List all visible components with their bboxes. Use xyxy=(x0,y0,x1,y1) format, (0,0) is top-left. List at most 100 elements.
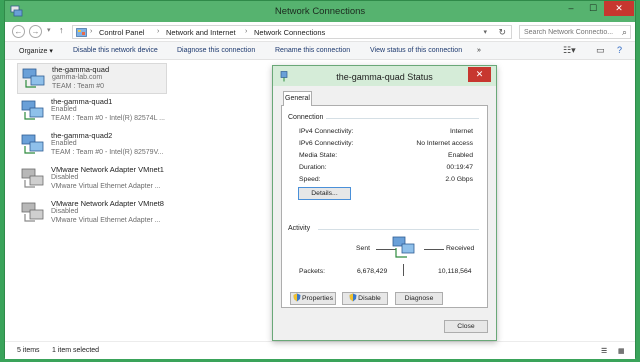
more-commands-button[interactable]: » xyxy=(477,47,481,54)
up-button[interactable]: ↑ xyxy=(59,25,64,35)
group-divider xyxy=(318,229,479,230)
ipv6-label: IPv6 Connectivity: xyxy=(299,140,354,147)
minimize-button[interactable]: – xyxy=(560,1,582,16)
received-label: Received xyxy=(446,245,475,252)
disable-button[interactable]: Disable xyxy=(342,292,388,305)
search-input[interactable] xyxy=(524,27,616,37)
properties-button-label: Properties xyxy=(302,295,333,302)
packets-sent-value: 6,678,429 xyxy=(357,268,388,275)
rename-connection-button[interactable]: Rename this connection xyxy=(275,47,350,54)
connection-name: VMware Network Adapter VMnet1 xyxy=(51,165,164,174)
disable-device-button[interactable]: Disable this network device xyxy=(73,47,158,54)
ipv4-value: Internet xyxy=(449,128,473,135)
media-state-value: Enabled xyxy=(448,152,473,159)
disable-button-label: Disable xyxy=(358,295,381,302)
network-activity-icon xyxy=(392,236,415,258)
control-panel-icon xyxy=(76,28,87,37)
connection-name: the-gamma-quad xyxy=(52,65,110,74)
breadcrumb-control-panel[interactable]: Control Panel xyxy=(99,28,144,37)
close-button[interactable]: ✕ xyxy=(604,1,634,16)
connection-network: gamma-lab.com xyxy=(52,74,103,81)
packets-label: Packets: xyxy=(299,268,326,275)
connection-name: VMware Network Adapter VMnet8 xyxy=(51,199,164,208)
breadcrumb-network-and-internet[interactable]: Network and Internet xyxy=(166,28,236,37)
received-line xyxy=(424,249,444,250)
address-bar[interactable]: › Control Panel › Network and Internet ›… xyxy=(72,25,512,39)
address-history-chevron-icon[interactable]: ▾ xyxy=(483,28,487,36)
list-item[interactable]: the-gamma-quad gamma-lab.com TEAM : Team… xyxy=(17,63,167,94)
dialog-title-bar: the-gamma-quad Status ✕ xyxy=(273,66,496,86)
network-adapter-icon xyxy=(21,202,44,222)
packets-received-value: 10,118,564 xyxy=(438,268,472,275)
window-title: Network Connections xyxy=(274,6,366,17)
shield-icon xyxy=(293,293,301,302)
search-icon[interactable]: ⌕ xyxy=(622,27,627,38)
back-button[interactable]: ← xyxy=(12,25,25,38)
large-icons-view-icon[interactable]: ▦ xyxy=(618,347,625,355)
connection-status: Disabled xyxy=(51,208,79,215)
connection-device: VMware Virtual Ethernet Adapter ... xyxy=(51,217,161,224)
network-adapter-icon xyxy=(21,100,44,120)
speed-value: 2.0 Gbps xyxy=(445,176,473,183)
breadcrumb-separator: › xyxy=(90,28,93,35)
breadcrumb-separator: › xyxy=(157,28,160,35)
recent-locations-chevron-icon[interactable]: ▾ xyxy=(47,26,51,34)
diagnose-connection-button[interactable]: Diagnose this connection xyxy=(177,47,255,54)
shield-icon xyxy=(349,293,357,302)
status-bar: 5 items 1 item selected ☰ ▦ xyxy=(5,341,635,359)
connection-name: the-gamma-quad2 xyxy=(51,131,113,140)
connection-status: Enabled xyxy=(51,140,77,147)
list-item[interactable]: VMware Network Adapter VMnet1 Disabled V… xyxy=(17,164,167,195)
connection-status-dialog: the-gamma-quad Status ✕ General Connecti… xyxy=(272,65,497,341)
dialog-title: the-gamma-quad Status xyxy=(336,72,433,82)
command-bar: Organize ▾ Disable this network device D… xyxy=(5,42,635,60)
network-adapter-icon xyxy=(22,68,45,88)
item-count: 5 items xyxy=(17,347,40,354)
network-adapter-icon xyxy=(21,134,44,154)
connection-device: TEAM : Team #0 - Intel(R) 82574L ... xyxy=(51,115,165,122)
connection-status: Disabled xyxy=(51,174,79,181)
connection-device: TEAM : Team #0 - Intel(R) 82579V... xyxy=(51,149,164,156)
view-status-button[interactable]: View status of this connection xyxy=(370,47,462,54)
group-divider xyxy=(326,118,479,119)
maximize-button[interactable]: ☐ xyxy=(582,1,604,16)
connection-device: VMware Virtual Ethernet Adapter ... xyxy=(51,183,161,190)
connection-name: the-gamma-quad1 xyxy=(51,97,113,106)
packets-divider xyxy=(403,264,404,276)
dialog-close-button[interactable]: ✕ xyxy=(468,67,491,82)
help-icon[interactable]: ? xyxy=(617,45,622,55)
change-view-icon[interactable]: ☷▾ xyxy=(563,45,576,56)
properties-button[interactable]: Properties xyxy=(290,292,336,305)
breadcrumb-separator: › xyxy=(245,28,248,35)
list-item[interactable]: VMware Network Adapter VMnet8 Disabled V… xyxy=(17,198,167,229)
activity-group-heading: Activity xyxy=(288,225,314,232)
title-bar: Network Connections – ☐ ✕ xyxy=(5,1,635,22)
duration-value: 00:19:47 xyxy=(446,164,473,171)
tab-general[interactable]: General xyxy=(283,91,312,106)
network-adapter-icon xyxy=(21,168,44,188)
preview-pane-icon[interactable]: ▭ xyxy=(596,45,605,56)
diagnose-button[interactable]: Diagnose xyxy=(395,292,443,305)
general-tab-panel: Connection IPv4 Connectivity: Internet I… xyxy=(281,105,488,308)
media-state-label: Media State: xyxy=(299,152,338,159)
dialog-close-action-button[interactable]: Close xyxy=(444,320,488,333)
breadcrumb-network-connections[interactable]: Network Connections xyxy=(254,28,325,37)
ipv6-value: No Internet access xyxy=(416,140,473,147)
refresh-button[interactable]: ↻ xyxy=(498,27,506,38)
connection-group-heading: Connection xyxy=(288,114,327,121)
ipv4-label: IPv4 Connectivity: xyxy=(299,128,354,135)
address-row: ← → ▾ ↑ › Control Panel › Network and In… xyxy=(5,22,635,42)
forward-button[interactable]: → xyxy=(29,25,42,38)
sent-label: Sent xyxy=(356,245,370,252)
connection-status: Enabled xyxy=(51,106,77,113)
details-view-icon[interactable]: ☰ xyxy=(601,347,607,355)
selection-count: 1 item selected xyxy=(52,347,100,354)
connection-device: TEAM : Team #0 xyxy=(52,83,105,90)
search-box[interactable]: ⌕ xyxy=(519,25,631,39)
organize-menu[interactable]: Organize ▾ xyxy=(19,47,53,55)
details-button[interactable]: Details... xyxy=(298,187,351,200)
list-item[interactable]: the-gamma-quad1 Enabled TEAM : Team #0 -… xyxy=(17,96,167,127)
list-item[interactable]: the-gamma-quad2 Enabled TEAM : Team #0 -… xyxy=(17,130,167,161)
speed-label: Speed: xyxy=(299,176,321,183)
duration-label: Duration: xyxy=(299,164,327,171)
